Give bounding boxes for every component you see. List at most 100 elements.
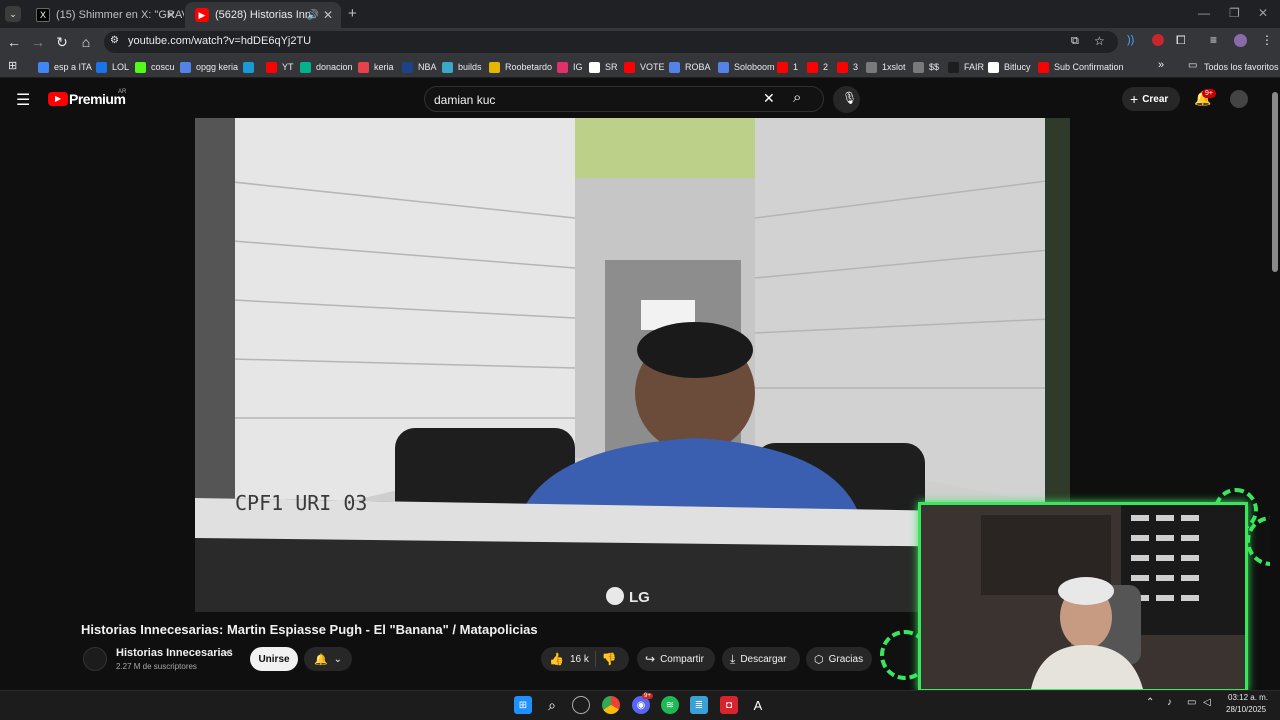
profile-avatar[interactable] xyxy=(1234,34,1247,47)
bookmark-label: 1 xyxy=(793,62,799,72)
bookmark-item[interactable]: coscu xyxy=(135,59,175,75)
bookmark-item[interactable]: Soloboom xyxy=(718,59,775,75)
share-button[interactable]: ↪ Compartir xyxy=(637,647,715,671)
media-controls-icon[interactable]: ≡ xyxy=(1210,33,1217,47)
reload-icon[interactable]: ↻ xyxy=(54,34,70,50)
app-icon[interactable] xyxy=(572,696,590,714)
bookmark-label: coscu xyxy=(151,62,175,72)
clear-search-icon[interactable]: ✕ xyxy=(763,90,775,107)
bookmark-item[interactable]: ROBA xyxy=(669,59,711,75)
close-window-button[interactable]: ✕ xyxy=(1258,6,1268,20)
bookmark-label: NBA xyxy=(418,62,437,72)
account-avatar[interactable] xyxy=(1230,90,1248,108)
bookmark-item[interactable]: Sub Confirmation xyxy=(1038,59,1124,75)
url-text[interactable]: youtube.com/watch?v=hdDE6qYj2TU xyxy=(128,35,311,47)
tab-label: (15) Shimmer en X: "GRAVES SI xyxy=(56,9,184,21)
close-icon[interactable]: ✕ xyxy=(166,8,176,22)
scrollbar-thumb[interactable] xyxy=(1272,92,1278,272)
search-input-value[interactable]: damian kuc xyxy=(434,93,495,107)
clock-time[interactable]: 03:12 a. m. xyxy=(1228,693,1268,702)
bookmark-item[interactable]: 1 xyxy=(777,59,798,75)
bookmark-favicon-icon xyxy=(777,61,788,73)
chevron-up-icon[interactable]: ⌃ xyxy=(1146,697,1154,708)
forward-icon[interactable]: → xyxy=(30,34,46,50)
clock-date[interactable]: 28/10/2025 xyxy=(1226,705,1266,714)
bookmark-favicon-icon xyxy=(300,61,311,73)
volume-icon[interactable]: ◁ xyxy=(1203,697,1211,708)
bookmark-item[interactable]: 3 xyxy=(837,59,858,75)
channel-avatar[interactable] xyxy=(83,647,107,671)
chrome-icon[interactable] xyxy=(602,696,620,714)
new-tab-button[interactable]: + xyxy=(348,5,357,22)
tab-search-button[interactable]: ⌄ xyxy=(5,6,21,22)
bookmark-item[interactable] xyxy=(243,59,259,75)
folder-icon: ▭ xyxy=(1188,60,1198,71)
audio-playing-icon[interactable]: 🔊 xyxy=(307,10,319,21)
search-icon[interactable]: ⌕ xyxy=(543,696,561,714)
microphone-icon[interactable]: ♪ xyxy=(1167,697,1172,708)
all-bookmarks-link[interactable]: Todos los favoritos xyxy=(1204,62,1279,72)
search-icon[interactable]: ⌕ xyxy=(793,89,801,106)
discord-badge: 9+ xyxy=(642,693,653,699)
apps-icon[interactable]: ⊞ xyxy=(8,59,17,72)
app-icon[interactable]: ◘ xyxy=(720,696,738,714)
thumbs-down-icon[interactable]: 👎 xyxy=(602,652,617,666)
bookmark-item[interactable]: LOL xyxy=(96,59,129,75)
bookmark-item[interactable]: SR xyxy=(589,59,618,75)
app-icon[interactable]: A xyxy=(749,696,767,714)
home-icon[interactable]: ⌂ xyxy=(78,34,94,50)
download-button[interactable]: ⤓ Descargar xyxy=(722,647,800,671)
bookmark-star-icon[interactable]: ☆ xyxy=(1094,34,1105,48)
hamburger-menu-icon[interactable]: ☰ xyxy=(16,90,30,110)
tab-x[interactable]: X (15) Shimmer en X: "GRAVES SI ✕ xyxy=(26,2,184,28)
thanks-label: Gracias xyxy=(828,653,864,665)
restore-button[interactable]: ❐ xyxy=(1229,6,1240,20)
bookmark-item[interactable]: Bitlucy xyxy=(988,59,1031,75)
menu-icon[interactable]: ⋮ xyxy=(1261,33,1273,47)
bookmark-item[interactable]: keria xyxy=(358,59,394,75)
spotify-icon[interactable]: ≋ xyxy=(661,696,679,714)
bookmark-label: YT xyxy=(282,62,294,72)
voice-search-button[interactable]: 🎙 xyxy=(833,86,860,113)
bookmark-item[interactable]: $$ xyxy=(913,59,939,75)
site-info-icon[interactable]: ⚙ xyxy=(110,35,119,46)
bookmark-favicon-icon xyxy=(669,61,680,73)
bookmark-item[interactable]: Roobetardo xyxy=(489,59,552,75)
puzzle-icon[interactable]: ⧠ xyxy=(1176,33,1186,48)
close-icon[interactable]: ✕ xyxy=(323,8,333,22)
windows-start-icon[interactable]: ⊞ xyxy=(514,696,532,714)
tab-youtube[interactable]: ▶ (5628) Historias Innecesaria 🔊 ✕ xyxy=(185,2,341,28)
minimize-button[interactable]: — xyxy=(1198,6,1210,20)
thanks-button[interactable]: ⬡ Gracias xyxy=(806,647,872,671)
network-icon[interactable]: ▭ xyxy=(1187,697,1196,708)
create-button[interactable]: + Crear xyxy=(1122,87,1180,111)
bookmark-item[interactable]: IG xyxy=(557,59,583,75)
subscribed-bell-button[interactable]: 🔔 ⌄ xyxy=(304,647,352,671)
bookmark-favicon-icon xyxy=(402,61,413,73)
back-icon[interactable]: ← xyxy=(6,34,22,50)
like-button[interactable]: 👍 16 k xyxy=(541,652,589,666)
bookmark-item[interactable]: esp a ITA xyxy=(38,59,92,75)
channel-name[interactable]: Historias Innecesarias xyxy=(116,647,233,659)
extension-icon[interactable]: )) xyxy=(1127,34,1134,46)
bookmark-item[interactable]: YT xyxy=(266,59,294,75)
bookmarks-overflow-button[interactable]: » xyxy=(1158,59,1164,71)
bookmark-item[interactable]: NBA xyxy=(402,59,437,75)
tab-strip: ⌄ X (15) Shimmer en X: "GRAVES SI ✕ ▶ (5… xyxy=(0,0,1280,28)
bookmark-label: opgg keria xyxy=(196,62,239,72)
bookmark-item[interactable]: FAIR xyxy=(948,59,984,75)
notepad-icon[interactable]: ≣ xyxy=(690,696,708,714)
extension-icon[interactable] xyxy=(1152,34,1164,46)
bookmark-item[interactable]: VOTE xyxy=(624,59,665,75)
bookmark-item[interactable]: opgg keria xyxy=(180,59,238,75)
bookmark-item[interactable]: 1xslot xyxy=(866,59,906,75)
like-count: 16 k xyxy=(569,653,589,665)
youtube-logo[interactable]: ▶ xyxy=(48,92,68,106)
bookmark-item[interactable]: builds xyxy=(442,59,482,75)
bookmark-item[interactable]: 2 xyxy=(807,59,828,75)
install-app-icon[interactable]: ⧉ xyxy=(1071,35,1079,48)
join-button[interactable]: Unirse xyxy=(250,647,298,671)
bookmark-label: Sub Confirmation xyxy=(1054,62,1124,72)
plus-icon: + xyxy=(1130,91,1139,107)
bookmark-item[interactable]: donacion xyxy=(300,59,353,75)
